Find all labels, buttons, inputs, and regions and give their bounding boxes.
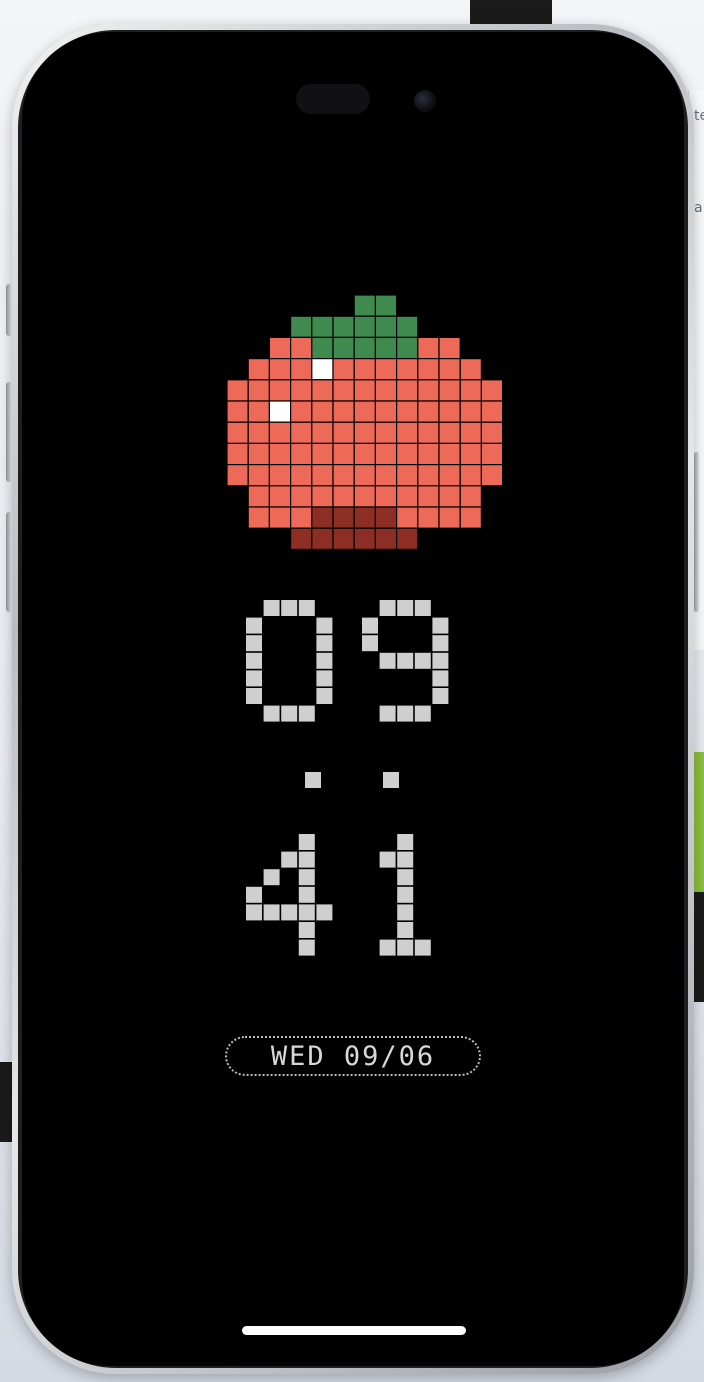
clock-hour-digit-pixel bbox=[432, 617, 449, 634]
clock-hour-digit-pixel bbox=[432, 688, 449, 704]
clock-minute-digit-pixel bbox=[397, 851, 414, 868]
clock-minute-digit-pixel bbox=[397, 922, 414, 938]
clock-hour-digit-pixel bbox=[397, 705, 414, 722]
clock-hour-digit-pixel bbox=[263, 705, 280, 722]
clock-hour-digit-pixel bbox=[414, 652, 431, 669]
desktop-background: te a 09 41 WED 09/06 bbox=[0, 0, 704, 1382]
clock-hour-digit-pixel bbox=[316, 635, 333, 652]
clock-minute-digit-pixel bbox=[379, 851, 396, 868]
clock-hour-digit-pixel bbox=[414, 705, 431, 722]
clock-hour-digit-pixel bbox=[316, 688, 333, 704]
clock-hour-digit-pixel bbox=[263, 600, 280, 616]
clock-colon-dot bbox=[305, 772, 321, 788]
clock-minute-digit-pixel bbox=[298, 939, 315, 956]
date-label: WED 09/06 bbox=[270, 1040, 436, 1072]
clock-hour-digit-pixel bbox=[298, 600, 315, 616]
clock-minute-digit-pixel bbox=[246, 886, 262, 903]
clock-colon-dot bbox=[383, 772, 399, 788]
clock-hour-digit-pixel bbox=[379, 652, 396, 669]
clock-hour-digit-pixel bbox=[246, 652, 262, 669]
clock-hour-digit-pixel bbox=[362, 635, 378, 652]
clock-hour-digit-pixel bbox=[316, 670, 333, 687]
home-indicator[interactable] bbox=[242, 1326, 466, 1335]
clock-hour-digit-pixel bbox=[246, 688, 262, 704]
clock-hour-digit-pixel bbox=[397, 652, 414, 669]
lock-screen[interactable]: 09 41 WED 09/06 bbox=[22, 32, 684, 1366]
background-dark-block bbox=[694, 892, 704, 1002]
clock-minute-digit-pixel bbox=[397, 869, 414, 886]
clock-minute-digit-pixel bbox=[298, 922, 315, 938]
clock-hour-digit-pixel bbox=[432, 670, 449, 687]
clock-minute-digit-pixel bbox=[298, 886, 315, 903]
clock-minute-digit-pixel bbox=[281, 904, 298, 921]
clock-minute-digit-pixel bbox=[397, 834, 414, 850]
clock-minute-digit-pixel bbox=[414, 939, 431, 956]
clock-hour-digit-pixel bbox=[246, 670, 262, 687]
clock-minute-digit-pixel bbox=[263, 869, 280, 886]
clock-hour-digit-pixel bbox=[246, 635, 262, 652]
clock-minute-digit-pixel bbox=[246, 904, 262, 921]
clock-minute-digit-pixel bbox=[397, 904, 414, 921]
volume-down-button[interactable] bbox=[6, 512, 12, 612]
clock-hour-digit-pixel bbox=[246, 617, 262, 634]
date-pill: WED 09/06 bbox=[225, 1036, 481, 1076]
clock-minute-digit-pixel bbox=[397, 939, 414, 956]
clock-hour-digit-pixel bbox=[414, 600, 431, 616]
background-green-block bbox=[694, 752, 704, 892]
volume-up-button[interactable] bbox=[6, 382, 12, 482]
clock-hour-digit-pixel bbox=[432, 635, 449, 652]
clock-minute-digit-pixel bbox=[263, 904, 280, 921]
background-window-fragment bbox=[470, 0, 552, 26]
clock-hour-digit-pixel bbox=[397, 600, 414, 616]
action-button[interactable] bbox=[6, 284, 12, 336]
clock-minute-digit-pixel bbox=[298, 869, 315, 886]
clock-hour-digit-pixel bbox=[298, 705, 315, 722]
clock-minute-digit-pixel bbox=[298, 834, 315, 850]
clock-hour-digit-pixel bbox=[281, 600, 298, 616]
clock-hour-digit-pixel bbox=[362, 617, 378, 634]
power-button[interactable] bbox=[694, 452, 699, 612]
clock-minute-digit-pixel bbox=[298, 904, 315, 921]
clock-minute-digit-pixel bbox=[281, 851, 298, 868]
clock-hour-digit-pixel bbox=[379, 705, 396, 722]
clock-minute-digit-pixel bbox=[316, 904, 333, 921]
pixel-clock: 09 41 bbox=[246, 600, 449, 956]
background-text-fragment: a bbox=[694, 200, 703, 216]
clock-minute-digit-pixel bbox=[379, 939, 396, 956]
clock-minute-digit-pixel bbox=[397, 886, 414, 903]
clock-hour-digit-pixel bbox=[281, 705, 298, 722]
clock-hour-digit-pixel bbox=[432, 652, 449, 669]
clock-hour-digit-pixel bbox=[316, 652, 333, 669]
background-text-fragment: te bbox=[694, 108, 704, 124]
clock-hour-digit-pixel bbox=[379, 600, 396, 616]
clock-hour-digit-pixel bbox=[316, 617, 333, 634]
clock-minute-digit-pixel bbox=[298, 851, 315, 868]
